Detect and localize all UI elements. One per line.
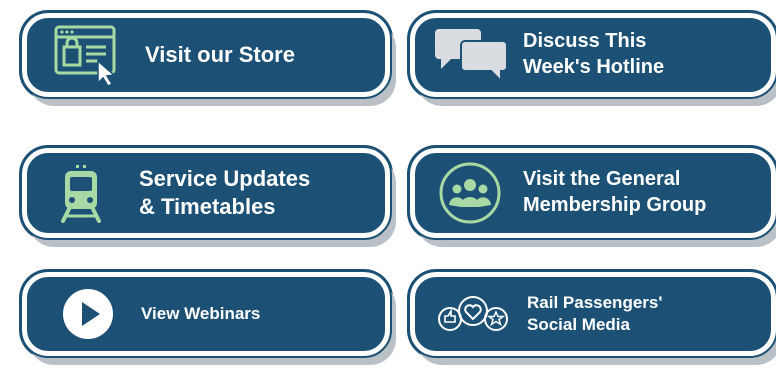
service-updates-label: Service Updates & Timetables [139, 165, 311, 219]
discuss-hotline-button[interactable]: Discuss This Week's Hotline [408, 11, 776, 99]
view-webinars-label: View Webinars [141, 304, 261, 324]
discuss-hotline-label: Discuss This Week's Hotline [523, 30, 665, 78]
visit-store-label: Visit our Store [145, 41, 295, 67]
visit-store-button[interactable]: Visit our Store [20, 11, 392, 99]
social-media-label: Rail Passengers' Social Media [527, 293, 663, 334]
social-media-icon [423, 289, 523, 339]
play-icon [43, 287, 133, 341]
service-updates-button[interactable]: Service Updates & Timetables [20, 146, 392, 240]
chat-bubbles-icon [425, 27, 515, 83]
view-webinars-button[interactable]: View Webinars [20, 270, 392, 358]
social-media-button[interactable]: Rail Passengers' Social Media [408, 270, 776, 358]
store-icon [43, 23, 133, 87]
train-icon [41, 163, 121, 223]
membership-group-label: Visit the General Membership Group [523, 168, 707, 216]
membership-group-button[interactable]: Visit the General Membership Group [408, 146, 776, 240]
group-icon [425, 161, 515, 225]
